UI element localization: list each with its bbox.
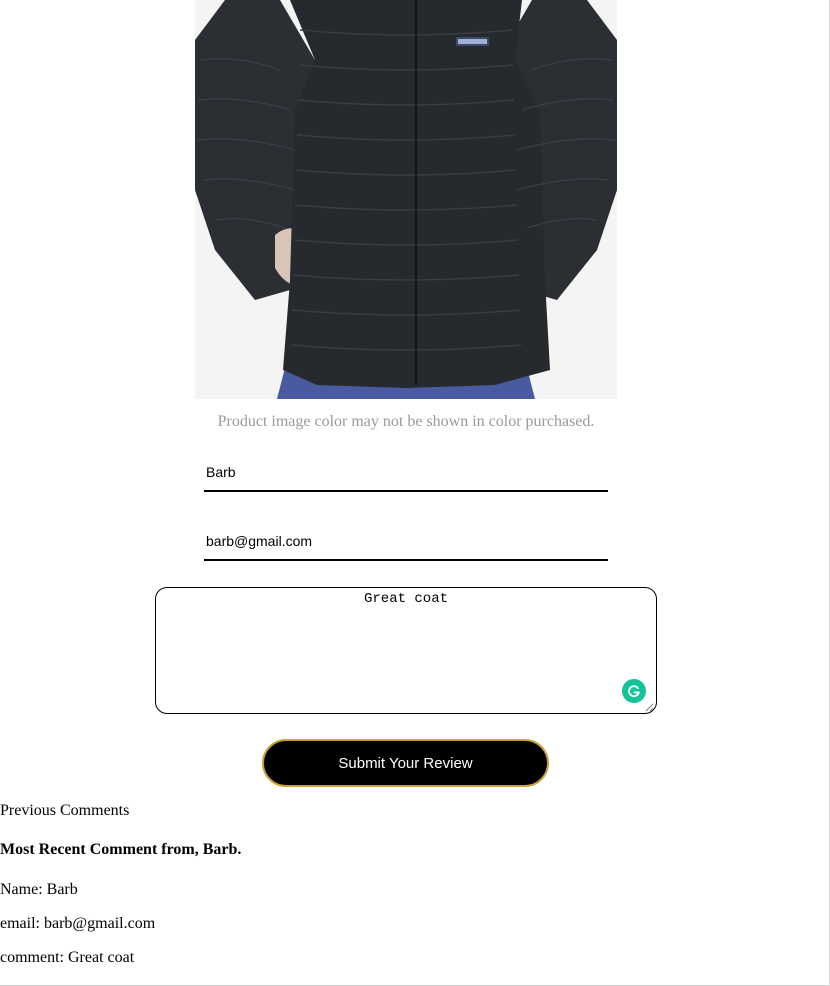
comment-text-line: comment: Great coat [0, 949, 135, 966]
jacket-illustration [195, 0, 617, 399]
product-image [195, 0, 617, 399]
previous-comments-heading: Previous Comments [0, 802, 130, 819]
grammarly-icon[interactable] [622, 679, 646, 703]
email-field[interactable] [204, 523, 608, 561]
comment-field[interactable]: Great coat [155, 587, 657, 714]
name-field[interactable] [204, 454, 608, 492]
resize-handle-icon[interactable] [645, 703, 654, 712]
most-recent-comment-heading: Most Recent Comment from, Barb. [0, 841, 242, 858]
product-image-caption: Product image color may not be shown in … [217, 413, 595, 430]
submit-review-button[interactable]: Submit Your Review [262, 739, 549, 787]
comment-name-line: Name: Barb [0, 881, 78, 898]
comment-email-line: email: barb@gmail.com [0, 915, 156, 932]
